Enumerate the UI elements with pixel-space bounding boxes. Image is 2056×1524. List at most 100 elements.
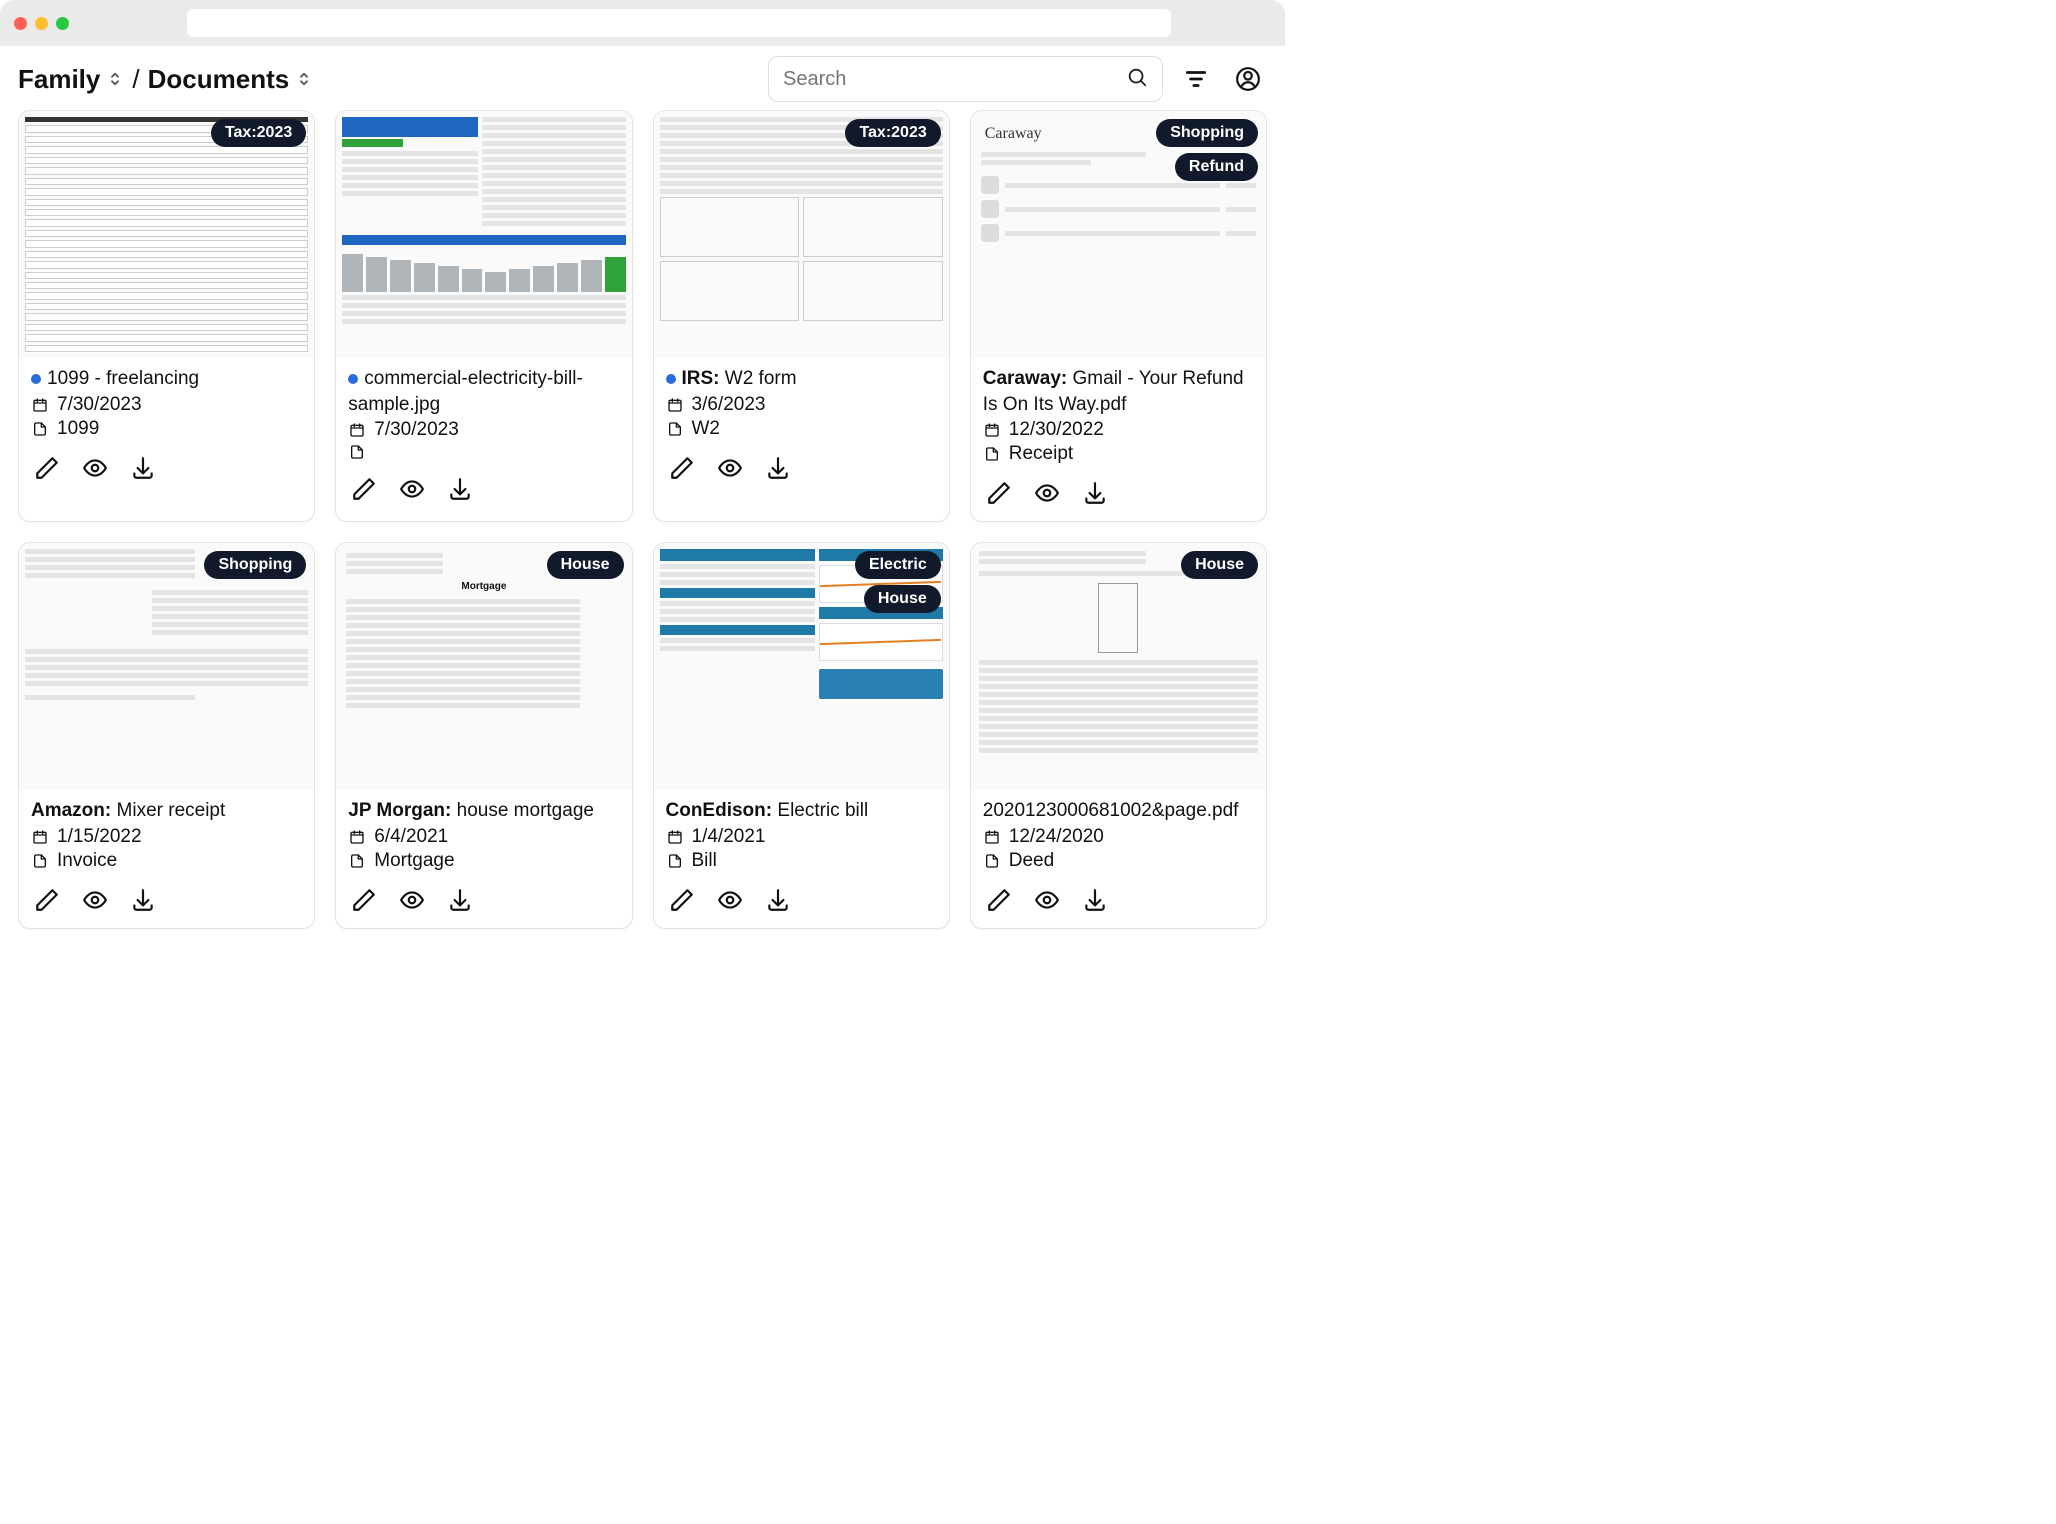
calendar-icon (666, 828, 684, 846)
download-button[interactable] (129, 454, 157, 482)
document-thumbnail[interactable]: House (971, 543, 1266, 790)
edit-button[interactable] (985, 886, 1013, 914)
tag-list: Tax:2023 (211, 119, 306, 147)
edit-button[interactable] (668, 886, 696, 914)
search-input-wrap[interactable] (768, 56, 1163, 102)
document-type: W2 (692, 418, 721, 440)
document-title-text: Electric bill (777, 800, 868, 821)
download-button[interactable] (446, 886, 474, 914)
tag-badge: Refund (1175, 153, 1258, 181)
document-date: 1/15/2022 (57, 826, 142, 848)
document-thumbnail[interactable]: Tax:2023 (19, 111, 314, 358)
tag-list: House (547, 551, 624, 579)
document-type: Receipt (1009, 443, 1073, 465)
document-title: 1099 - freelancing (31, 366, 302, 392)
url-bar[interactable] (187, 9, 1171, 37)
file-icon (31, 852, 49, 870)
tag-badge: Electric (855, 551, 941, 579)
document-thumbnail[interactable]: Caraway ShoppingRefund (971, 111, 1266, 358)
calendar-icon (666, 396, 684, 414)
breadcrumb-workspace-label: Family (18, 64, 100, 95)
document-title: commercial-electricity-bill-sample.jpg (348, 366, 619, 417)
breadcrumb-workspace[interactable]: Family (18, 64, 124, 95)
view-button[interactable] (81, 886, 109, 914)
document-type-row (348, 443, 619, 461)
edit-button[interactable] (985, 479, 1013, 507)
document-title-text: W2 form (725, 368, 797, 389)
document-card[interactable]: commercial-electricity-bill-sample.jpg7/… (335, 110, 632, 522)
chevron-up-down-icon (106, 70, 124, 88)
search-input[interactable] (783, 68, 1116, 91)
document-card[interactable]: ShoppingAmazon: Mixer receipt1/15/2022In… (18, 542, 315, 929)
file-icon (348, 443, 366, 461)
view-button[interactable] (1033, 886, 1061, 914)
document-card[interactable]: Tax:2023IRS: W2 form3/6/2023W2 (653, 110, 950, 522)
document-grid: Tax:20231099 - freelancing7/30/20231099 … (0, 108, 1285, 947)
filter-button[interactable] (1177, 60, 1215, 98)
document-card[interactable]: MortgageHouseJP Morgan: house mortgage6/… (335, 542, 632, 929)
document-type-row: W2 (666, 418, 937, 440)
view-button[interactable] (1033, 479, 1061, 507)
document-actions (336, 876, 631, 928)
chevron-up-down-icon (295, 70, 313, 88)
document-thumbnail[interactable]: MortgageHouse (336, 543, 631, 790)
view-button[interactable] (81, 454, 109, 482)
document-type-row: Receipt (983, 443, 1254, 465)
maximize-window[interactable] (56, 17, 69, 30)
document-type: Bill (692, 850, 717, 872)
tag-list: House (1181, 551, 1258, 579)
document-meta: IRS: W2 form3/6/2023W2 (654, 358, 949, 444)
unread-dot-icon (666, 374, 676, 384)
edit-button[interactable] (33, 886, 61, 914)
document-thumbnail[interactable]: Shopping (19, 543, 314, 790)
tag-badge: Shopping (1156, 119, 1258, 147)
breadcrumb: Family / Documents (18, 64, 313, 95)
document-date: 7/30/2023 (374, 419, 459, 441)
edit-button[interactable] (350, 475, 378, 503)
document-actions (19, 876, 314, 928)
tag-badge: House (1181, 551, 1258, 579)
view-button[interactable] (716, 886, 744, 914)
breadcrumb-section[interactable]: Documents (148, 64, 314, 95)
document-card[interactable]: Tax:20231099 - freelancing7/30/20231099 (18, 110, 315, 522)
download-button[interactable] (764, 454, 792, 482)
document-meta: JP Morgan: house mortgage6/4/2021Mortgag… (336, 790, 631, 876)
download-button[interactable] (129, 886, 157, 914)
document-type-row: Deed (983, 850, 1254, 872)
document-card[interactable]: Caraway ShoppingRefundCaraway: Gmail - Y… (970, 110, 1267, 522)
edit-button[interactable] (668, 454, 696, 482)
account-button[interactable] (1229, 60, 1267, 98)
view-button[interactable] (398, 475, 426, 503)
document-date-row: 7/30/2023 (31, 394, 302, 416)
document-card[interactable]: House2020123000681002&page.pdf12/24/2020… (970, 542, 1267, 929)
tag-badge: Shopping (204, 551, 306, 579)
download-button[interactable] (1081, 479, 1109, 507)
document-type: Deed (1009, 850, 1054, 872)
download-button[interactable] (1081, 886, 1109, 914)
document-meta: Caraway: Gmail - Your Refund Is On Its W… (971, 358, 1266, 469)
document-date-row: 7/30/2023 (348, 419, 619, 441)
document-date-row: 1/15/2022 (31, 826, 302, 848)
document-date: 1/4/2021 (692, 826, 766, 848)
edit-button[interactable] (33, 454, 61, 482)
document-type-row: Bill (666, 850, 937, 872)
document-title-prefix: Amazon: (31, 800, 111, 821)
document-title-prefix: ConEdison: (666, 800, 773, 821)
view-button[interactable] (716, 454, 744, 482)
document-actions (971, 469, 1266, 521)
document-card[interactable]: ElectricHouse ConEdison: Electric bill 1/4… (653, 542, 950, 929)
document-date-row: 12/24/2020 (983, 826, 1254, 848)
document-date-row: 12/30/2022 (983, 419, 1254, 441)
close-window[interactable] (14, 17, 27, 30)
download-button[interactable] (764, 886, 792, 914)
document-thumbnail[interactable]: ElectricHouse (654, 543, 949, 790)
minimize-window[interactable] (35, 17, 48, 30)
document-actions (654, 444, 949, 496)
edit-button[interactable] (350, 886, 378, 914)
download-button[interactable] (446, 475, 474, 503)
document-thumbnail[interactable]: Tax:2023 (654, 111, 949, 358)
browser-chrome (0, 0, 1285, 46)
document-thumbnail[interactable] (336, 111, 631, 358)
view-button[interactable] (398, 886, 426, 914)
document-title-prefix: Caraway: (983, 368, 1068, 389)
